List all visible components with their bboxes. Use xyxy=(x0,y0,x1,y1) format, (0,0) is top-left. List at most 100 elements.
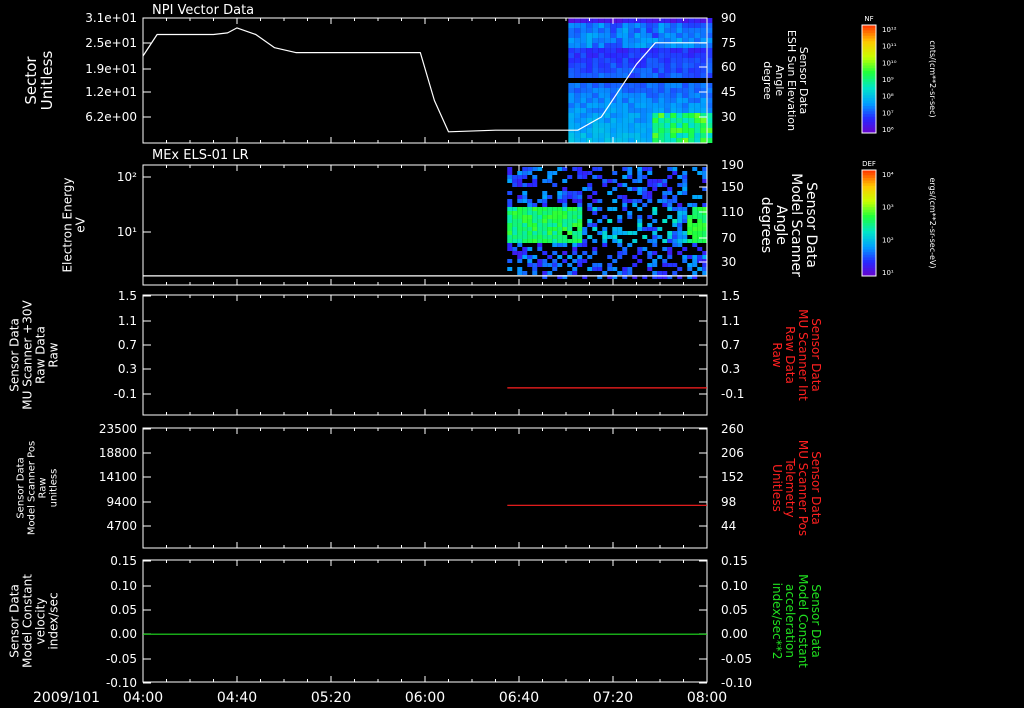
spectrogram-cell xyxy=(700,138,707,143)
spectrogram-cell xyxy=(512,231,518,235)
spectrogram-cell xyxy=(610,128,617,133)
spectrogram-cell xyxy=(682,43,689,48)
spectrogram-cell xyxy=(577,171,583,175)
spectrogram-cell xyxy=(652,58,659,63)
colorbar-tick-label: 10⁷ xyxy=(882,109,894,117)
spectrogram-cell xyxy=(604,88,611,93)
spectrogram-cell xyxy=(676,48,683,53)
spectrogram-cell xyxy=(634,28,641,33)
spectrogram-cell xyxy=(682,28,689,33)
spectrogram-cell xyxy=(637,199,643,203)
spectrogram-cell xyxy=(542,251,548,255)
spectrogram-cell xyxy=(517,183,523,187)
y-tick-label: 10¹ xyxy=(117,225,137,239)
spectrogram-cell xyxy=(604,33,611,38)
spectrogram-cell xyxy=(672,219,678,223)
spectrogram-cell xyxy=(642,247,648,251)
y-axis-label: eV xyxy=(74,216,88,232)
spectrogram-cell xyxy=(677,175,683,179)
spectrogram-cell xyxy=(568,108,575,113)
spectrogram-cell xyxy=(677,183,683,187)
spectrogram-cell xyxy=(574,83,581,88)
spectrogram-cell xyxy=(628,38,635,43)
spectrogram-cell xyxy=(592,108,599,113)
spectrogram-cell xyxy=(622,68,629,73)
spectrogram-cell xyxy=(522,199,528,203)
spectrogram-cell xyxy=(694,138,701,143)
spectrogram-cell xyxy=(658,118,665,123)
spectrogram-cell xyxy=(647,263,653,267)
spectrogram-cell xyxy=(592,207,598,211)
spectrogram-cell xyxy=(572,235,578,239)
spectrogram-cell xyxy=(637,191,643,195)
spectrogram-cell xyxy=(562,199,568,203)
spectrogram-cell xyxy=(537,215,543,219)
spectrogram-cell xyxy=(667,263,673,267)
spectrogram-cell xyxy=(507,247,513,251)
spectrogram-cell xyxy=(682,93,689,98)
spectrogram-cell xyxy=(682,118,689,123)
spectrogram-cell xyxy=(616,118,623,123)
spectrogram-cell xyxy=(688,138,695,143)
right-y-tick-label: 44 xyxy=(721,519,736,533)
spectrogram-cell xyxy=(507,259,513,263)
spectrogram-cell xyxy=(682,108,689,113)
y-tick-label: 2.5e+01 xyxy=(85,36,137,50)
spectrogram-cell xyxy=(647,195,653,199)
spectrogram-cell xyxy=(682,259,688,263)
spectrogram-cell xyxy=(662,191,668,195)
spectrogram-cell xyxy=(597,167,603,171)
spectrogram-cell xyxy=(692,207,698,211)
spectrogram-cell xyxy=(672,171,678,175)
spectrogram-cell xyxy=(574,133,581,138)
spectrogram-cell xyxy=(640,103,647,108)
spectrogram-cell xyxy=(688,68,695,73)
right-y-tick-label: -0.05 xyxy=(721,652,752,666)
spectrogram-cell xyxy=(568,123,575,128)
y-tick-label: -0.05 xyxy=(106,652,137,666)
spectrogram-cell xyxy=(687,215,693,219)
spectrogram-cell xyxy=(610,103,617,108)
spectrogram-cell xyxy=(646,128,653,133)
spectrogram-cell xyxy=(552,231,558,235)
spectrogram-cell xyxy=(647,167,653,171)
spectrogram-cell xyxy=(646,118,653,123)
spectrogram-cell xyxy=(677,203,683,207)
spectrogram-cell xyxy=(657,255,663,259)
spectrogram-cell xyxy=(552,219,558,223)
spectrogram-cell xyxy=(592,133,599,138)
spectrogram-cell xyxy=(627,271,633,275)
spectrogram-cell xyxy=(652,227,658,231)
spectrogram-cell xyxy=(527,167,533,171)
spectrogram-cell xyxy=(507,223,513,227)
spectrogram-cell xyxy=(507,239,513,243)
right-y-axis-label: index/sec**2 xyxy=(770,583,784,660)
spectrogram-cell xyxy=(604,78,611,83)
spectrogram-cell xyxy=(542,263,548,267)
y-axis-label: Sensor Data xyxy=(8,318,22,392)
right-y-tick-label: 0.15 xyxy=(721,554,748,568)
spectrogram-cell xyxy=(616,68,623,73)
spectrogram-cell xyxy=(522,227,528,231)
spectrogram-cell xyxy=(607,235,613,239)
spectrogram-cell xyxy=(652,251,658,255)
spectrogram-cell xyxy=(622,108,629,113)
spectrogram-cell xyxy=(507,175,513,179)
spectrogram-cell xyxy=(652,88,659,93)
spectrogram-cell xyxy=(568,68,575,73)
right-y-tick-label: -0.1 xyxy=(721,387,744,401)
spectrogram-cell xyxy=(652,183,658,187)
spectrogram-cell xyxy=(697,171,703,175)
spectrogram-cell xyxy=(574,43,581,48)
spectrogram-cell xyxy=(667,203,673,207)
spectrogram-cell xyxy=(617,255,623,259)
spectrogram-cell xyxy=(592,63,599,68)
y-tick-label: 4700 xyxy=(106,519,137,533)
spectrogram-cell xyxy=(682,83,689,88)
spectrogram-cell xyxy=(634,78,641,83)
spectrogram-cell xyxy=(568,73,575,78)
spectrogram-cell xyxy=(652,239,658,243)
spectrogram-cell xyxy=(700,133,707,138)
spectrogram-cell xyxy=(652,78,659,83)
spectrogram-cell xyxy=(647,179,653,183)
